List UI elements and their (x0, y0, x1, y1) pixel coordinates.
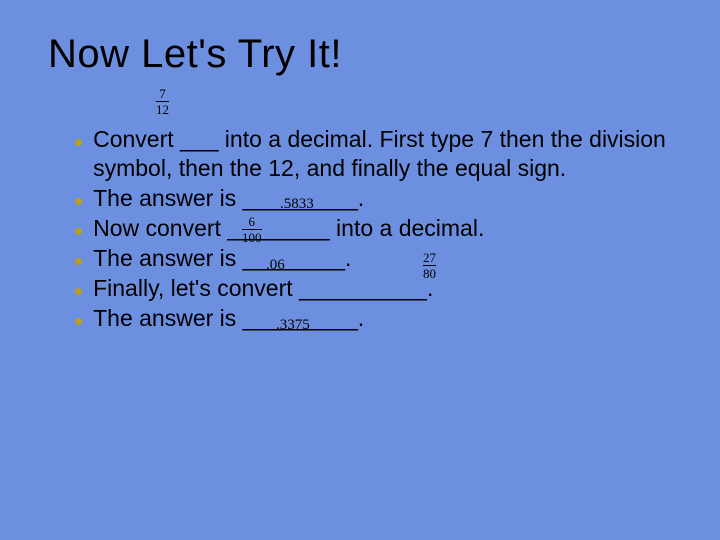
fraction-27-over-80: 27 80 (423, 251, 436, 280)
overlay-answer-1: .5833 (280, 196, 314, 213)
fraction-numerator: 6 (242, 215, 262, 229)
fraction-denominator: 80 (423, 265, 436, 281)
bullet-dot-icon: • (74, 248, 83, 274)
bullet-text: The answer is ________. (93, 244, 672, 273)
bullet-item: • Convert ___ into a decimal. First type… (74, 125, 672, 184)
bullet-item: • The answer is _________. (74, 304, 672, 334)
bullet-text: Finally, let's convert __________. (93, 274, 672, 303)
bullet-text: The answer is _________. (93, 184, 672, 213)
fraction-7-over-12: 7 12 (156, 87, 169, 116)
bullet-dot-icon: • (74, 129, 83, 155)
bullet-dot-icon: • (74, 278, 83, 304)
bullet-item: • Finally, let's convert __________. (74, 274, 672, 304)
bullet-dot-icon: • (74, 188, 83, 214)
overlay-answer-3: .3375 (276, 317, 310, 334)
bullet-item: • The answer is ________. (74, 244, 672, 274)
bullet-text: Now convert ________ into a decimal. (93, 214, 672, 243)
slide-title: Now Let's Try It! (48, 32, 672, 77)
bullet-text: The answer is _________. (93, 304, 672, 333)
bullet-item: • The answer is _________. (74, 184, 672, 214)
overlay-point-06: .06 (266, 257, 285, 274)
fraction-denominator: 100 (242, 229, 262, 245)
bullet-dot-icon: • (74, 218, 83, 244)
fraction-denominator: 12 (156, 101, 169, 117)
bullet-text: Convert ___ into a decimal. First type 7… (93, 125, 672, 184)
fraction-6-over-100: 6 100 (242, 215, 262, 244)
slide: Now Let's Try It! 7 12 • Convert ___ int… (0, 0, 720, 540)
bullet-dot-icon: • (74, 308, 83, 334)
fraction-numerator: 27 (423, 251, 436, 265)
bullet-item: • Now convert ________ into a decimal. (74, 214, 672, 244)
bullet-list: 7 12 • Convert ___ into a decimal. First… (48, 125, 672, 334)
fraction-numerator: 7 (156, 87, 169, 101)
